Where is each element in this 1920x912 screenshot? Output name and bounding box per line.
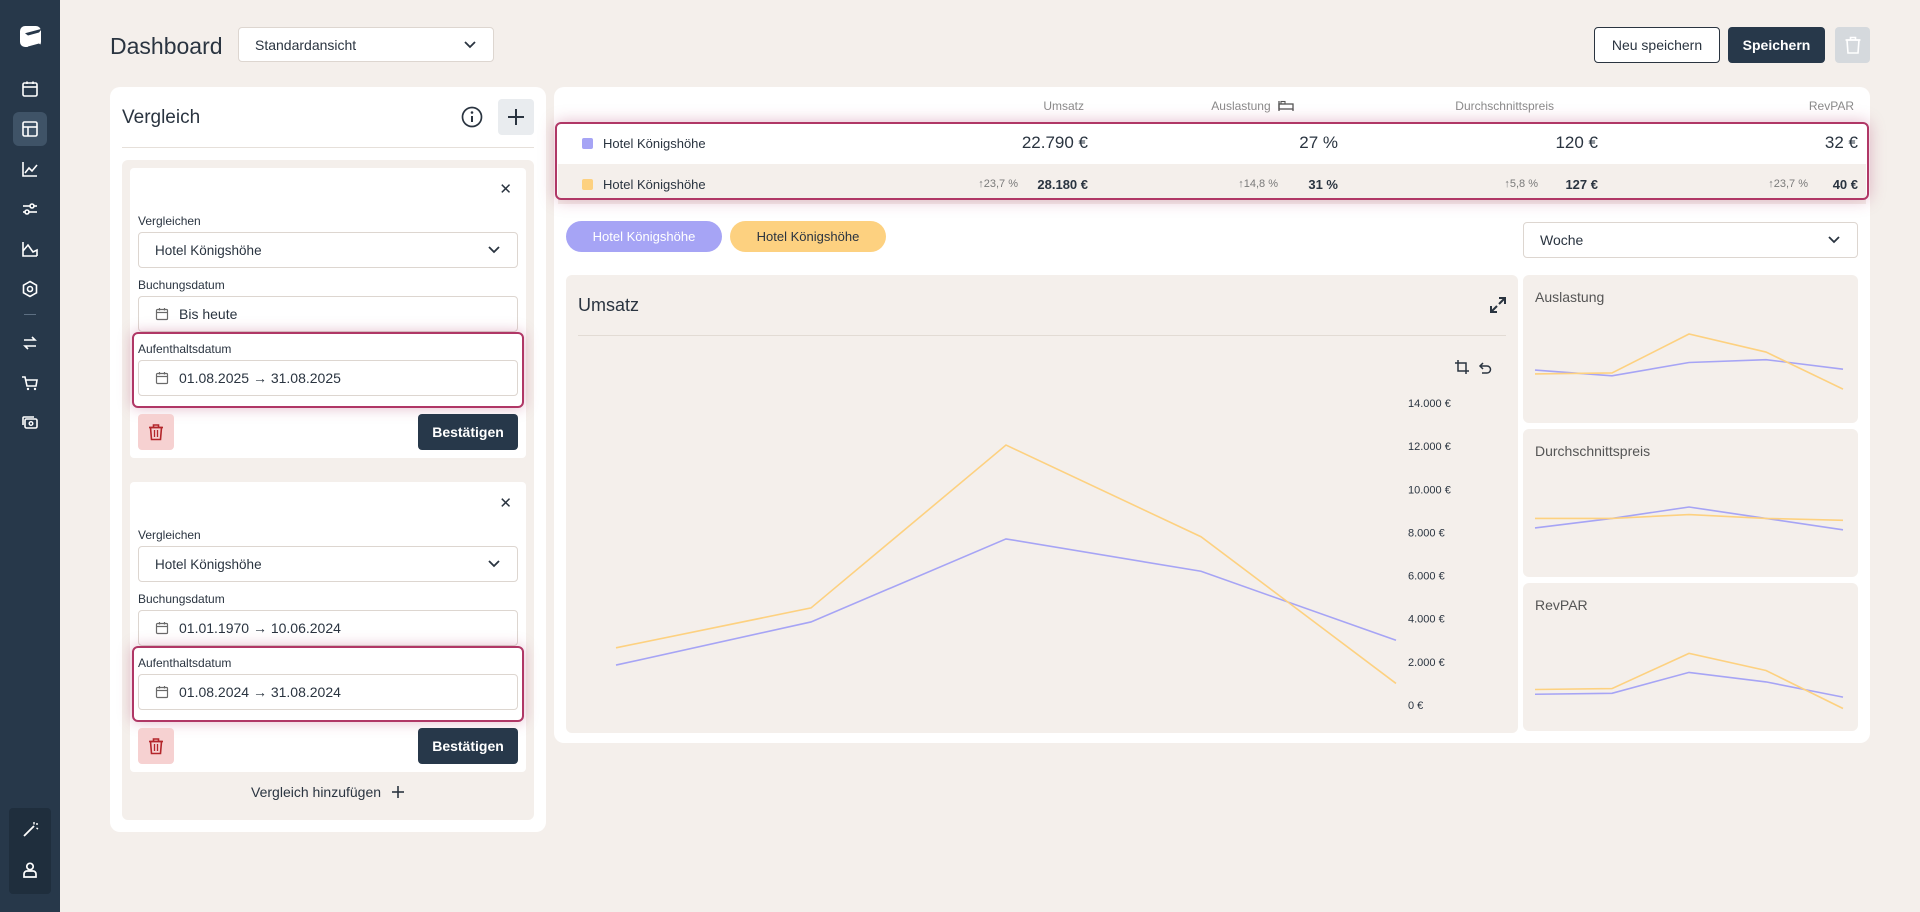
money-icon[interactable] — [13, 406, 47, 440]
close-icon[interactable]: ✕ — [499, 494, 512, 512]
comparison-card: ✕ Vergleichen Hotel Königshöhe Buchungsd… — [130, 482, 526, 772]
comparison-title: Vergleich — [122, 107, 201, 128]
booking-label: Buchungsdatum — [138, 592, 225, 606]
calendar-icon — [155, 621, 169, 635]
logo-icon[interactable] — [20, 26, 41, 47]
delete-comparison-button[interactable] — [138, 728, 174, 764]
stay-date-highlight — [132, 646, 524, 722]
magic-wand-icon[interactable] — [20, 820, 40, 845]
dashboard-icon[interactable] — [13, 112, 47, 146]
y-tick-label: 14.000 € — [1408, 398, 1451, 410]
chevron-down-icon — [487, 243, 501, 258]
header-umsatz: Umsatz — [1043, 99, 1084, 113]
booking-date-field[interactable]: 01.01.1970 → 10.06.2024 — [138, 610, 518, 646]
comparison-card: ✕ Vergleichen Hotel Königshöhe Buchungsd… — [130, 168, 526, 458]
compare-select-value: Hotel Königshöhe — [155, 556, 262, 572]
sliders-icon[interactable] — [13, 192, 47, 226]
y-tick-label: 8.000 € — [1408, 527, 1445, 539]
delete-comparison-button[interactable] — [138, 414, 174, 450]
chevron-down-icon — [487, 557, 501, 572]
compare-select[interactable]: Hotel Königshöhe — [138, 232, 518, 268]
series-line-2 — [615, 444, 1397, 685]
sidebar-bottom — [9, 808, 51, 894]
header-durchschnittspreis: Durchschnittspreis — [1455, 99, 1554, 113]
series-line-1 — [615, 538, 1397, 666]
series-line-2 — [1535, 513, 1844, 522]
chevron-down-icon — [463, 37, 477, 53]
add-comparison-label: Vergleich hinzufügen — [251, 784, 382, 800]
save-button[interactable]: Speichern — [1728, 27, 1825, 63]
booking-label: Buchungsdatum — [138, 278, 225, 292]
booking-date-value: Bis heute — [179, 306, 238, 322]
legend-pill[interactable]: Hotel Königshöhe — [730, 221, 886, 252]
cart-icon[interactable] — [13, 366, 47, 400]
booking-date-field[interactable]: Bis heute — [138, 296, 518, 332]
period-select[interactable]: Woche — [1523, 222, 1858, 258]
series-line-2 — [1534, 333, 1844, 390]
compare-select-value: Hotel Königshöhe — [155, 242, 262, 258]
occupancy-line-chart — [1534, 333, 1844, 390]
trash-icon — [1845, 36, 1860, 54]
plus-icon — [391, 786, 404, 798]
series-line-1 — [1534, 671, 1844, 698]
confirm-button[interactable]: Bestätigen — [418, 728, 518, 764]
plus-icon — [508, 109, 524, 125]
stats-highlight — [555, 122, 1869, 200]
calendar-icon — [155, 307, 169, 321]
swap-icon[interactable] — [13, 326, 47, 360]
compare-label: Vergleichen — [138, 214, 201, 228]
add-comparison-icon-button[interactable] — [498, 99, 534, 135]
y-tick-label: 4.000 € — [1408, 614, 1445, 626]
average-price-mini-chart: Durchschnittspreis — [1523, 429, 1858, 577]
view-select-value: Standardansicht — [255, 36, 357, 53]
revpar-mini-chart: RevPAR — [1523, 583, 1858, 731]
header-auslastung-label: Auslastung — [1211, 99, 1271, 113]
sidebar — [0, 0, 60, 912]
calendar-icon[interactable] — [13, 72, 47, 106]
legend-pill[interactable]: Hotel Königshöhe — [566, 221, 722, 252]
save-new-button[interactable]: Neu speichern — [1594, 27, 1720, 63]
header-auslastung: Auslastung — [1174, 99, 1294, 113]
confirm-button[interactable]: Bestätigen — [418, 414, 518, 450]
revenue-chart-card: Umsatz 0 €2.000 €4.000 €6.000 €8.000 €10… — [566, 275, 1518, 733]
header-revpar: RevPAR — [1808, 99, 1854, 113]
user-icon[interactable] — [20, 860, 40, 885]
sidebar-divider — [24, 314, 36, 315]
occupancy-mini-chart: Auslastung — [1523, 275, 1858, 423]
delete-view-button[interactable] — [1835, 27, 1870, 63]
view-select[interactable]: Standardansicht — [238, 27, 494, 62]
y-tick-label: 10.000 € — [1408, 484, 1451, 496]
booking-date-value: 01.01.1970 → 10.06.2024 — [179, 620, 341, 636]
y-tick-label: 2.000 € — [1408, 657, 1445, 669]
area-chart-icon[interactable] — [13, 232, 47, 266]
revpar-line-chart — [1534, 652, 1844, 710]
page-title: Dashboard — [110, 33, 223, 59]
stay-date-highlight — [132, 332, 524, 408]
settings-icon[interactable] — [13, 272, 47, 306]
revenue-line-chart: 0 € 2.000 € 4.000 € 6.000 € 8.000 € 10.000 € 1… — [615, 398, 1451, 712]
stats-panel: Umsatz Auslastung Durchschnittspreis Rev… — [554, 87, 1870, 743]
y-tick-label: 6.000 € — [1408, 571, 1445, 583]
compare-label: Vergleichen — [138, 528, 201, 542]
line-chart-icon[interactable] — [13, 152, 47, 186]
period-select-value: Woche — [1540, 232, 1584, 248]
divider — [122, 147, 534, 148]
comparison-panel: Vergleich ✕ Vergleichen Hotel Königshöhe… — [110, 87, 546, 832]
trash-icon — [149, 424, 163, 441]
average-price-line-chart — [1534, 506, 1844, 531]
info-icon[interactable] — [459, 104, 485, 130]
chevron-down-icon — [1827, 232, 1841, 248]
close-icon[interactable]: ✕ — [499, 180, 512, 198]
y-tick-label: 12.000 € — [1408, 441, 1451, 453]
compare-select[interactable]: Hotel Königshöhe — [138, 546, 518, 582]
y-tick-label: 0 € — [1408, 700, 1423, 712]
series-line-2 — [1534, 652, 1844, 710]
comparison-list: ✕ Vergleichen Hotel Königshöhe Buchungsd… — [122, 160, 534, 820]
add-comparison-button[interactable]: Vergleich hinzufügen — [122, 784, 534, 800]
bed-icon — [1278, 100, 1294, 111]
trash-icon — [149, 738, 163, 755]
